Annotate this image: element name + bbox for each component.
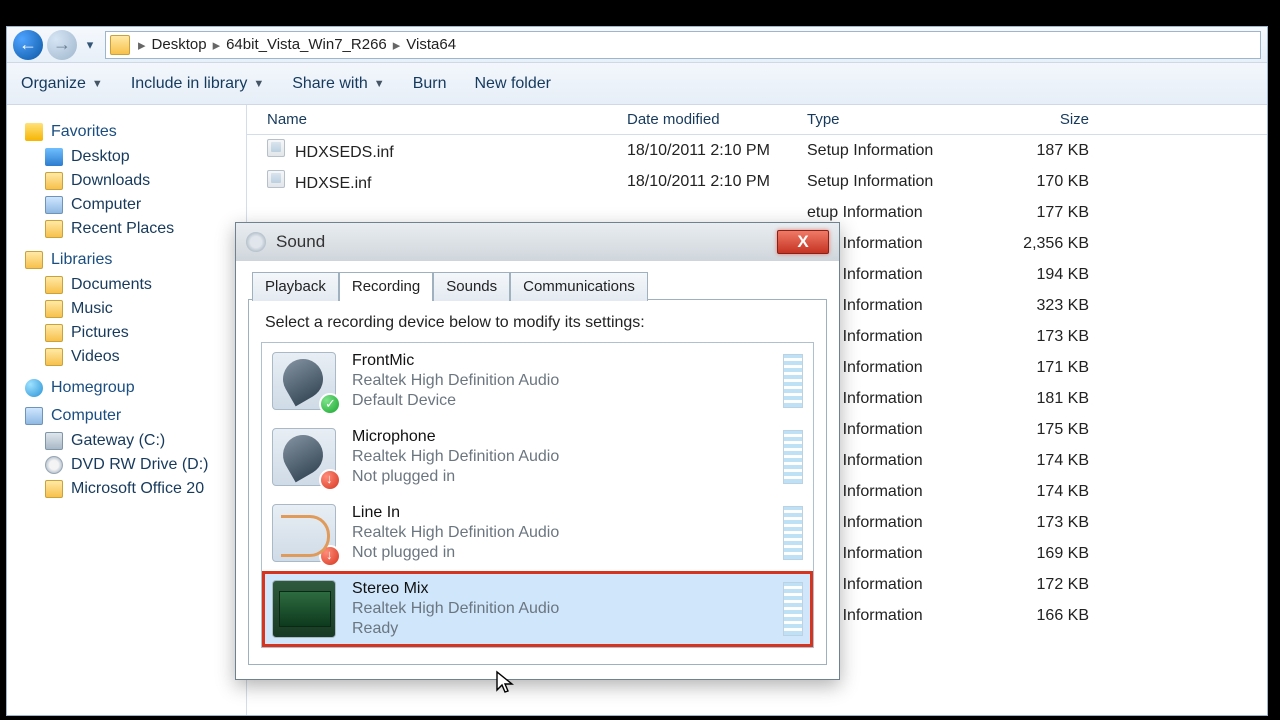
sidebar-item-pictures[interactable]: Pictures	[25, 321, 246, 345]
folder-icon	[45, 172, 63, 190]
sidebar-item-documents[interactable]: Documents	[25, 273, 246, 297]
sidebar-item-music[interactable]: Music	[25, 297, 246, 321]
explorer-toolbar: Organize▼ Include in library▼ Share with…	[7, 63, 1267, 105]
device-list: FrontMicRealtek High Definition AudioDef…	[261, 342, 814, 648]
device-driver: Realtek High Definition Audio	[352, 371, 767, 391]
breadcrumb-item[interactable]: Vista64	[400, 36, 462, 53]
device-name: Microphone	[352, 427, 767, 447]
nav-history-dropdown[interactable]: ▾	[81, 36, 99, 54]
device-name: Stereo Mix	[352, 579, 767, 599]
computer-icon	[45, 196, 63, 214]
device-driver: Realtek High Definition Audio	[352, 599, 767, 619]
sidebar-item-drive-c[interactable]: Gateway (C:)	[25, 429, 246, 453]
sidebar-item-computer[interactable]: Computer	[25, 193, 246, 217]
column-size[interactable]: Size	[987, 111, 1107, 128]
level-meter	[783, 506, 803, 560]
device-stereo-mix[interactable]: Stereo MixRealtek High Definition AudioR…	[262, 571, 813, 647]
device-name: FrontMic	[352, 351, 767, 371]
sound-dialog: Sound X Playback Recording Sounds Commun…	[235, 222, 840, 680]
close-button[interactable]: X	[777, 230, 829, 254]
column-headers: Name Date modified Type Size	[247, 105, 1267, 135]
sidebar-item-dvd-drive[interactable]: DVD RW Drive (D:)	[25, 453, 246, 477]
tab-recording[interactable]: Recording	[339, 272, 433, 301]
sidebar-item-downloads[interactable]: Downloads	[25, 169, 246, 193]
computer-icon	[25, 407, 43, 425]
disc-icon	[45, 456, 63, 474]
column-name[interactable]: Name	[247, 111, 627, 128]
file-row[interactable]: HDXSE.inf18/10/2011 2:10 PMSetup Informa…	[247, 166, 1267, 197]
breadcrumb-item[interactable]: 64bit_Vista_Win7_R266	[220, 36, 393, 53]
status-badge	[319, 393, 341, 415]
dialog-instruction: Select a recording device below to modif…	[265, 314, 814, 332]
status-badge	[319, 469, 341, 491]
sound-icon	[246, 232, 266, 252]
level-meter	[783, 430, 803, 484]
device-icon	[272, 504, 336, 562]
folder-icon	[45, 480, 63, 498]
folder-icon	[45, 300, 63, 318]
file-icon	[267, 139, 285, 157]
device-status: Ready	[352, 619, 767, 639]
device-name: Line In	[352, 503, 767, 523]
column-date[interactable]: Date modified	[627, 111, 807, 128]
new-folder-button[interactable]: New folder	[474, 75, 550, 93]
sidebar-item-ms-office[interactable]: Microsoft Office 20	[25, 477, 246, 501]
folder-icon	[45, 348, 63, 366]
libraries-header[interactable]: Libraries	[25, 251, 246, 269]
level-meter	[783, 582, 803, 636]
level-meter	[783, 354, 803, 408]
device-microphone[interactable]: MicrophoneRealtek High Definition AudioN…	[262, 419, 813, 495]
computer-header[interactable]: Computer	[25, 407, 246, 425]
favorites-header[interactable]: Favorites	[25, 123, 246, 141]
folder-icon	[45, 276, 63, 294]
share-with-button[interactable]: Share with▼	[292, 75, 384, 93]
nav-forward-button[interactable]: →	[47, 30, 77, 60]
column-type[interactable]: Type	[807, 111, 987, 128]
organize-button[interactable]: Organize▼	[21, 75, 103, 93]
dialog-titlebar[interactable]: Sound X	[236, 223, 839, 261]
breadcrumb-bar[interactable]: ▸ Desktop ▸ 64bit_Vista_Win7_R266 ▸ Vist…	[105, 31, 1261, 59]
sidebar-item-recent-places[interactable]: Recent Places	[25, 217, 246, 241]
drive-icon	[45, 432, 63, 450]
libraries-icon	[25, 251, 43, 269]
folder-icon	[110, 35, 130, 55]
tab-playback[interactable]: Playback	[252, 272, 339, 301]
dialog-title: Sound	[276, 232, 325, 252]
folder-icon	[45, 220, 63, 238]
sidebar-item-desktop[interactable]: Desktop	[25, 145, 246, 169]
homegroup-header[interactable]: Homegroup	[25, 379, 246, 397]
device-status: Default Device	[352, 391, 767, 411]
device-status: Not plugged in	[352, 467, 767, 487]
burn-button[interactable]: Burn	[413, 75, 447, 93]
tab-communications[interactable]: Communications	[510, 272, 648, 301]
homegroup-icon	[25, 379, 43, 397]
tab-sounds[interactable]: Sounds	[433, 272, 510, 301]
dialog-tabs: Playback Recording Sounds Communications	[252, 271, 827, 300]
file-row[interactable]: HDXSEDS.inf18/10/2011 2:10 PMSetup Infor…	[247, 135, 1267, 166]
device-icon	[272, 580, 336, 638]
device-driver: Realtek High Definition Audio	[352, 523, 767, 543]
device-status: Not plugged in	[352, 543, 767, 563]
folder-icon	[45, 324, 63, 342]
navigation-pane: Favorites Desktop Downloads Computer Rec…	[7, 105, 247, 715]
include-in-library-button[interactable]: Include in library▼	[131, 75, 264, 93]
device-icon	[272, 352, 336, 410]
breadcrumb-item[interactable]: Desktop	[146, 36, 213, 53]
device-icon	[272, 428, 336, 486]
device-driver: Realtek High Definition Audio	[352, 447, 767, 467]
file-icon	[267, 170, 285, 188]
nav-back-button[interactable]: ←	[13, 30, 43, 60]
sidebar-item-videos[interactable]: Videos	[25, 345, 246, 369]
address-bar: ← → ▾ ▸ Desktop ▸ 64bit_Vista_Win7_R266 …	[7, 27, 1267, 63]
status-badge	[319, 545, 341, 567]
desktop-icon	[45, 148, 63, 166]
device-frontmic[interactable]: FrontMicRealtek High Definition AudioDef…	[262, 343, 813, 419]
device-line-in[interactable]: Line InRealtek High Definition AudioNot …	[262, 495, 813, 571]
star-icon	[25, 123, 43, 141]
